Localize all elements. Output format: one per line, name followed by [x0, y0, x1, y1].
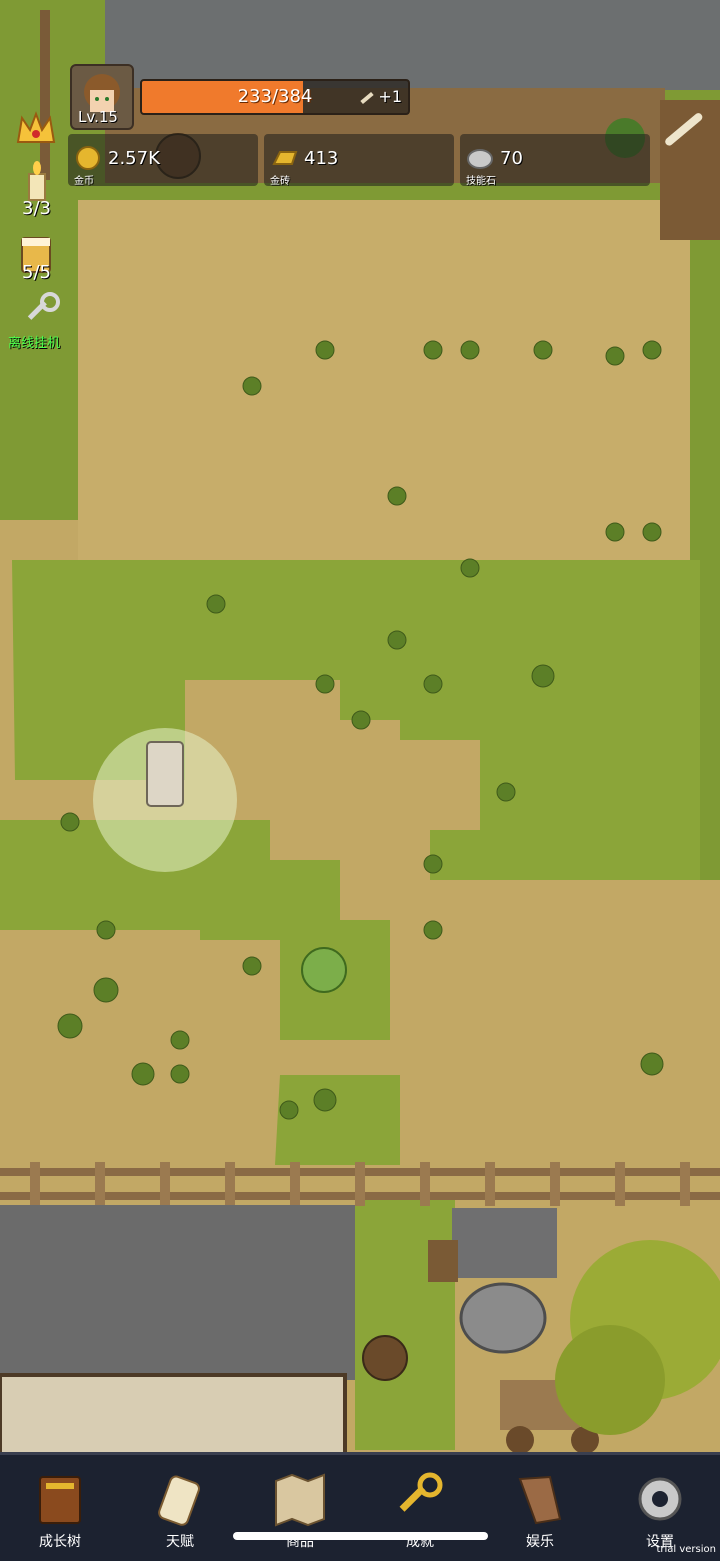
game-field[interactable]	[0, 0, 720, 1558]
nav-entertainment[interactable]: 娱乐	[480, 1455, 600, 1561]
bone-item-icon[interactable]	[655, 102, 711, 158]
bone-icon	[360, 91, 375, 104]
key-icon[interactable]	[22, 290, 62, 330]
gold-brick-value: 413	[304, 148, 339, 169]
cloth-icon	[518, 1475, 562, 1525]
player-level: Lv.15	[78, 108, 118, 126]
nav-label: 天赋	[166, 1534, 194, 1550]
xp-bar: 233/384 +1	[140, 79, 410, 115]
map-icon	[275, 1473, 325, 1527]
gold-value: 2.57K	[108, 148, 160, 169]
nav-achievement[interactable]: 成就	[360, 1455, 480, 1561]
drink-count: 5/5	[22, 262, 51, 283]
candle-icon[interactable]	[20, 160, 54, 202]
candle-count: 3/3	[22, 198, 51, 219]
scroll-icon	[158, 1475, 200, 1526]
stone-icon	[467, 149, 493, 169]
bottom-nav: 成长树 天赋 商品 成就 娱乐 设置	[0, 1452, 720, 1561]
home-indicator[interactable]	[233, 1532, 488, 1540]
gold-resource[interactable]: 2.57K 金币	[68, 134, 258, 187]
nav-growth-tree[interactable]: 成长树	[0, 1455, 120, 1561]
nav-label: 娱乐	[526, 1534, 554, 1550]
skill-stone-value: 70	[500, 148, 523, 169]
skill-stone-resource[interactable]: 70 技能石	[460, 134, 650, 187]
gold-label: 金币	[74, 176, 94, 187]
gold-brick-resource[interactable]: 413 金砖	[264, 134, 454, 187]
crown-icon[interactable]	[12, 104, 60, 152]
gold-brick-label: 金砖	[270, 176, 290, 187]
trial-watermark: trial version	[656, 1544, 716, 1555]
idle-afk-label[interactable]: 离线挂机	[8, 332, 60, 351]
gold-coin-icon	[76, 146, 100, 170]
key-icon	[399, 1472, 443, 1512]
nav-shop[interactable]: 商品	[240, 1455, 360, 1561]
nav-talent[interactable]: 天赋	[120, 1455, 240, 1561]
skill-stone-label: 技能石	[466, 176, 496, 187]
nav-label: 成长树	[39, 1534, 81, 1550]
book-icon	[39, 1476, 81, 1524]
gold-brick-icon	[272, 151, 298, 165]
xp-gain: +1	[360, 87, 402, 106]
gear-icon	[638, 1477, 682, 1521]
